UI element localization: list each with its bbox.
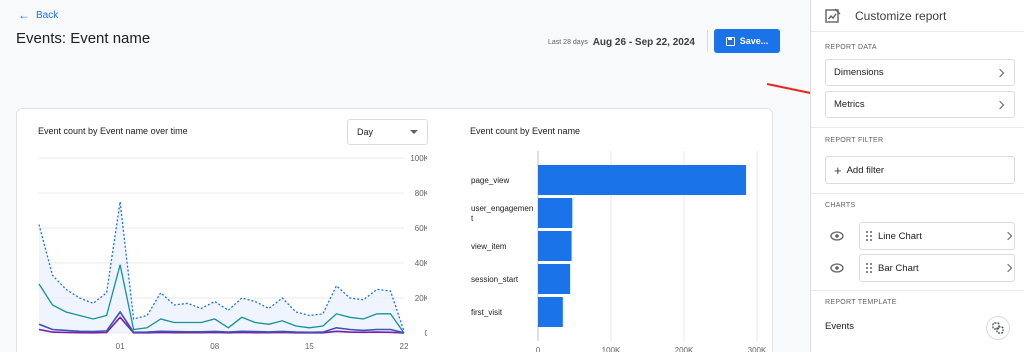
dimensions-button[interactable]: Dimensions: [825, 59, 1015, 86]
bar: [538, 231, 572, 261]
y-tick-label: 20K: [415, 294, 427, 303]
plus-icon: +: [834, 162, 842, 178]
x-tick-label: 100K: [602, 346, 621, 352]
bar: [538, 297, 563, 327]
report-template-label: REPORT TEMPLATE: [825, 299, 897, 306]
report-filter-label: REPORT FILTER: [825, 137, 884, 144]
section-divider: [811, 290, 1024, 291]
x-tick-label: 08: [210, 342, 219, 351]
x-tick-label: 15: [305, 342, 314, 351]
chevron-right-icon: [995, 68, 1005, 77]
eye-icon[interactable]: [825, 222, 849, 250]
bar: [538, 264, 571, 294]
back-label: Back: [36, 9, 59, 21]
drag-handle-icon[interactable]: [866, 231, 872, 241]
x-tick-label: 200K: [675, 346, 694, 352]
panel-header: Customize report: [811, 0, 1024, 32]
y-tick-label: 100K: [410, 154, 427, 163]
save-button[interactable]: Save...: [714, 29, 780, 53]
section-divider: [811, 193, 1024, 194]
category-label: session_start: [471, 275, 519, 284]
chart-row-bar: Bar Chart: [825, 254, 1015, 282]
section-divider: [811, 127, 1024, 128]
chevron-right-icon: [995, 100, 1005, 109]
dimensions-label: Dimensions: [834, 67, 884, 78]
category-label: first_visit: [471, 308, 503, 317]
chart-row-line: Line Chart: [825, 222, 1015, 250]
bar-chart: 0 100K 200K 300K page_view user_engagemen tvie…: [471, 151, 767, 352]
add-filter-button[interactable]: + Add filter: [825, 156, 1015, 184]
save-icon: [725, 36, 735, 46]
save-label: Save...: [739, 36, 769, 46]
report-main-area: ← Back Events: Event name Last 28 days A…: [0, 0, 834, 352]
x-tick-label: 01: [116, 342, 125, 351]
category-label: user_engagemen t: [471, 204, 533, 223]
charts-label: CHARTS: [825, 202, 856, 209]
metrics-button[interactable]: Metrics: [825, 91, 1015, 118]
y-tick-label: 80K: [415, 189, 427, 198]
back-link[interactable]: ← Back: [18, 9, 58, 21]
chevron-right-icon: [1003, 231, 1013, 241]
chart-item-label: Line Chart: [878, 230, 922, 242]
date-range-value: Aug 26 - Sep 22, 2024: [592, 36, 695, 48]
template-value: Events: [825, 321, 855, 332]
charts-card: Event count by Event name over time Day …: [16, 108, 773, 352]
back-arrow-icon: ←: [18, 8, 30, 22]
bar: [538, 165, 747, 195]
chevron-right-icon: [1003, 263, 1013, 273]
y-tick-label: 40K: [415, 259, 427, 268]
x-tick-label: 300K: [748, 346, 767, 352]
date-range-label: Last 28 days: [548, 38, 588, 46]
series-area: [39, 201, 404, 333]
x-tick-label: 22: [400, 342, 409, 351]
line-chart-item[interactable]: Line Chart: [859, 222, 1015, 250]
page-title: Events: Event name: [16, 30, 151, 47]
customize-icon: [825, 8, 841, 23]
add-filter-label: Add filter: [846, 164, 885, 176]
category-label: view_item: [471, 242, 507, 251]
panel-title: Customize report: [855, 8, 947, 23]
bar: [538, 198, 573, 228]
unlink-template-icon[interactable]: [986, 316, 1010, 340]
report-data-label: REPORT DATA: [825, 44, 877, 51]
date-range-picker[interactable]: Last 28 days Aug 26 - Sep 22, 2024: [548, 32, 695, 52]
eye-icon[interactable]: [825, 254, 849, 282]
y-tick-label: 60K: [415, 224, 427, 233]
metrics-label: Metrics: [834, 99, 865, 110]
bar-chart-item[interactable]: Bar Chart: [859, 254, 1015, 282]
customize-report-panel: Customize report REPORT DATA Dimensions …: [810, 0, 1024, 352]
category-label: page_view: [471, 176, 509, 185]
x-tick-label: 0: [536, 346, 541, 352]
chart-item-label: Bar Chart: [878, 262, 919, 274]
line-chart: 100K 80K 60K 40K 20K 0 01 08 15 22: [38, 154, 427, 351]
drag-handle-icon[interactable]: [866, 263, 872, 273]
toolbar-divider: [707, 30, 708, 52]
y-tick-label: 0: [425, 329, 427, 338]
